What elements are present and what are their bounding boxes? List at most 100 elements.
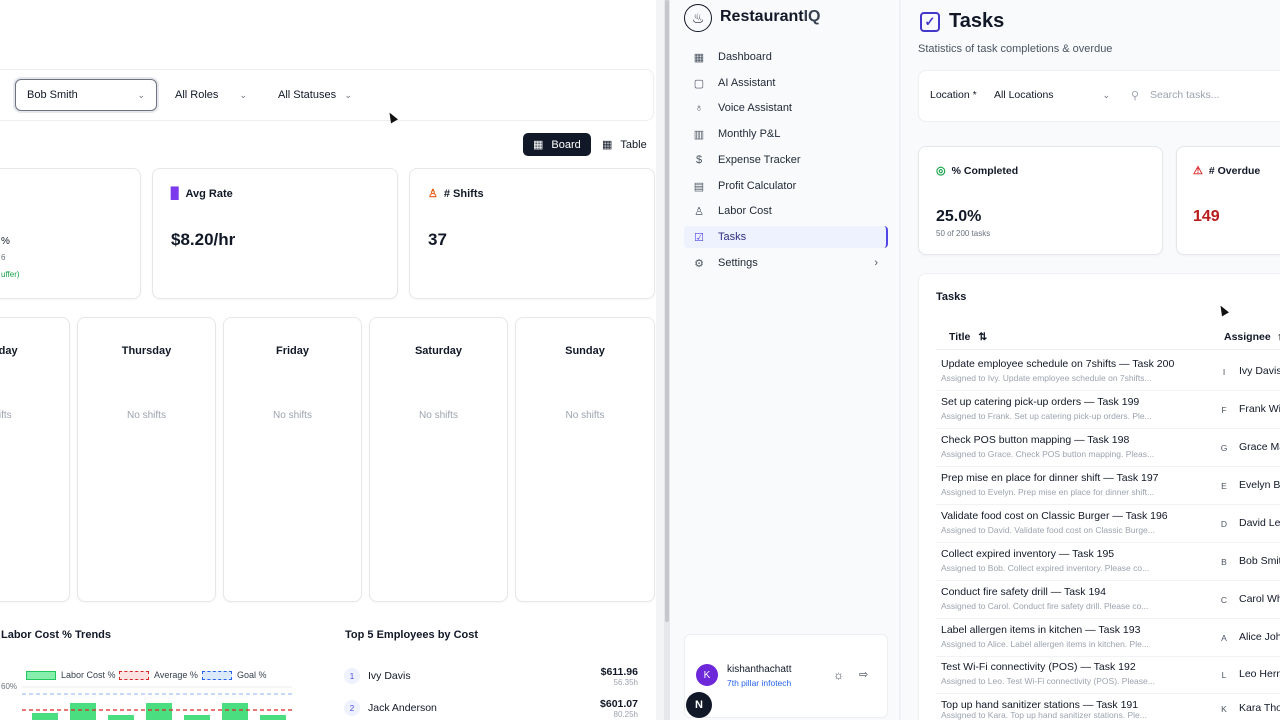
assignee-initial: L	[1221, 670, 1227, 680]
notification-badge[interactable]: N	[686, 692, 712, 718]
column-header-title[interactable]: Title ⇅	[949, 331, 987, 343]
report-icon: ▥	[693, 128, 705, 141]
task-description: Assigned to Ivy. Update employee schedul…	[941, 373, 1152, 383]
column-header-label: Assignee	[1224, 331, 1271, 343]
search-input[interactable]	[1150, 83, 1280, 107]
shifts-card: ♙ # Shifts 37	[409, 168, 655, 299]
location-label: Location *	[930, 89, 977, 101]
assignee-name: Alice Joh	[1239, 631, 1280, 643]
location-select[interactable]: All Locations ⌄	[986, 83, 1118, 107]
task-description: Assigned to Carol. Conduct fire safety d…	[941, 601, 1149, 611]
task-title: Label allergen items in kitchen — Task 1…	[941, 624, 1141, 636]
rank-badge: 2	[344, 700, 360, 716]
sidebar-item-tasks[interactable]: ☑ Tasks	[684, 226, 888, 248]
completed-detail: 50 of 200 tasks	[936, 229, 991, 238]
y-tick-label: 60%	[1, 682, 18, 691]
table-row[interactable]: Conduct fire safety drill — Task 194 Ass…	[936, 581, 1280, 619]
table-row[interactable]: Update employee schedule on 7shifts — Ta…	[936, 353, 1280, 391]
task-title: Test Wi-Fi connectivity (POS) — Task 192	[941, 661, 1136, 673]
task-description: Assigned to David. Validate food cost on…	[941, 525, 1155, 535]
day-column: Friday No shifts	[223, 317, 362, 602]
rank-badge: 1	[344, 668, 360, 684]
employee-select[interactable]: Bob Smith ⌄	[15, 79, 157, 111]
dollar-icon: $	[695, 154, 703, 166]
sidebar-item-label: Dashboard	[718, 51, 772, 63]
sidebar-item-label: Settings	[718, 257, 758, 269]
legend-label: Labor Cost %	[61, 670, 116, 680]
board-view-button[interactable]: ▦ Board	[523, 133, 591, 156]
no-shifts-text: No shifts	[127, 410, 166, 421]
task-description: Assigned to Leo. Test Wi-Fi connectivity…	[941, 676, 1155, 686]
no-shifts-text: No shifts	[565, 410, 605, 421]
table-row[interactable]: Prep mise en place for dinner shift — Ta…	[936, 467, 1280, 505]
task-title: Update employee schedule on 7shifts — Ta…	[941, 358, 1175, 370]
table-row[interactable]: Test Wi-Fi connectivity (POS) — Task 192…	[936, 656, 1280, 694]
sidebar-item-expense-tracker[interactable]: $ Expense Tracker	[684, 149, 888, 171]
legend-average: Average %	[119, 670, 198, 680]
sidebar-item-label: Monthly P&L	[718, 128, 781, 140]
table-view-label: Table	[620, 138, 647, 151]
day-name: Thursday	[121, 345, 172, 357]
task-description: Assigned to Evelyn. Prep mise en place f…	[941, 487, 1155, 497]
avatar[interactable]: K	[696, 664, 718, 686]
assignee-initial: B	[1221, 557, 1227, 567]
sidebar-item-dashboard[interactable]: ▦ Dashboard	[684, 46, 888, 68]
chevron-down-icon: ⌄	[239, 89, 247, 100]
chevron-right-icon: ›	[874, 257, 878, 269]
sidebar-item-settings[interactable]: ⚙ Settings ›	[684, 252, 888, 274]
task-description: Assigned to Frank. Set up catering pick-…	[941, 411, 1152, 421]
employee-cost-row: 2 Jack Anderson $601.07 80.25h	[344, 696, 638, 720]
assignee-initial: A	[1221, 633, 1227, 643]
employee-cost-amount: $611.96	[600, 665, 638, 678]
day-name: Saturday	[414, 345, 463, 357]
table-row[interactable]: Label allergen items in kitchen — Task 1…	[936, 619, 1280, 657]
table-row[interactable]: Validate food cost on Classic Burger — T…	[936, 505, 1280, 543]
board-view-label: Board	[551, 138, 581, 151]
task-description: Assigned to Alice. Label allergen items …	[941, 639, 1149, 649]
status-select[interactable]: All Statuses ⌄	[270, 81, 360, 109]
trends-chart	[22, 686, 292, 720]
sun-icon[interactable]: ☼	[833, 668, 844, 682]
trend-bar	[260, 715, 286, 720]
overdue-label: # Overdue	[1208, 164, 1261, 177]
task-description: Assigned to Kara. Top up hand sanitizer …	[941, 710, 1147, 720]
employee-hours: 80.25h	[613, 709, 638, 719]
completed-card: ◎ % Completed 25.0% 50 of 200 tasks	[918, 146, 1163, 255]
legend-swatch	[119, 670, 149, 680]
employee-cost: $611.96 56.35h	[601, 666, 638, 687]
bar-chart-icon: ▉	[171, 188, 180, 200]
table-row[interactable]: Collect expired inventory — Task 195 Ass…	[936, 543, 1280, 581]
employee-hours: 56.35h	[613, 677, 638, 687]
column-header-label: Title	[949, 331, 971, 343]
brand-name[interactable]: RestaurantIQ	[720, 8, 820, 26]
user-org: 7th pillar infotech	[727, 678, 792, 688]
table-icon: ▦	[602, 139, 613, 151]
scrollbar-thumb[interactable]	[665, 0, 669, 622]
table-row[interactable]: Top up hand sanitizer stations — Task 19…	[936, 694, 1280, 720]
logout-icon[interactable]: ⇨	[859, 668, 868, 681]
table-row[interactable]: Check POS button mapping — Task 198 Assi…	[936, 429, 1280, 467]
no-shifts-text: shifts	[0, 410, 12, 421]
sidebar-item-profit-calculator[interactable]: ▤ Profit Calculator	[684, 175, 888, 197]
stat-partial-line: %	[1, 236, 10, 247]
sidebar-item-monthly-pl[interactable]: ▥ Monthly P&L	[684, 123, 888, 145]
sidebar-item-labor-cost[interactable]: ♙ Labor Cost	[684, 200, 888, 222]
sidebar-item-voice-assistant[interactable]: ♁ Voice Assistant	[684, 97, 888, 119]
day-name: Sunday	[565, 345, 605, 357]
sidebar-item-label: Profit Calculator	[718, 180, 797, 192]
sidebar-item-label: AI Assistant	[718, 77, 776, 89]
page-subtitle: Statistics of task completions & overdue	[918, 43, 1113, 55]
role-select[interactable]: All Roles ⌄	[166, 81, 256, 109]
task-title: Conduct fire safety drill — Task 194	[941, 586, 1106, 598]
completed-value: 25.0%	[936, 208, 982, 225]
column-header-assignee[interactable]: Assignee ↑	[1224, 331, 1280, 343]
table-row[interactable]: Set up catering pick-up orders — Task 19…	[936, 391, 1280, 429]
assignee-initial: I	[1222, 367, 1226, 377]
table-view-button[interactable]: ▦ Table	[592, 133, 657, 156]
gear-icon: ⚙	[694, 257, 704, 270]
sidebar-item-ai-assistant[interactable]: ▢ AI Assistant	[684, 72, 888, 94]
checkbox-icon: ☑	[694, 231, 704, 244]
assignee-name: David Le	[1239, 517, 1280, 529]
day-column: esday shifts	[0, 317, 70, 602]
assignee-name: Evelyn Br	[1239, 479, 1280, 491]
